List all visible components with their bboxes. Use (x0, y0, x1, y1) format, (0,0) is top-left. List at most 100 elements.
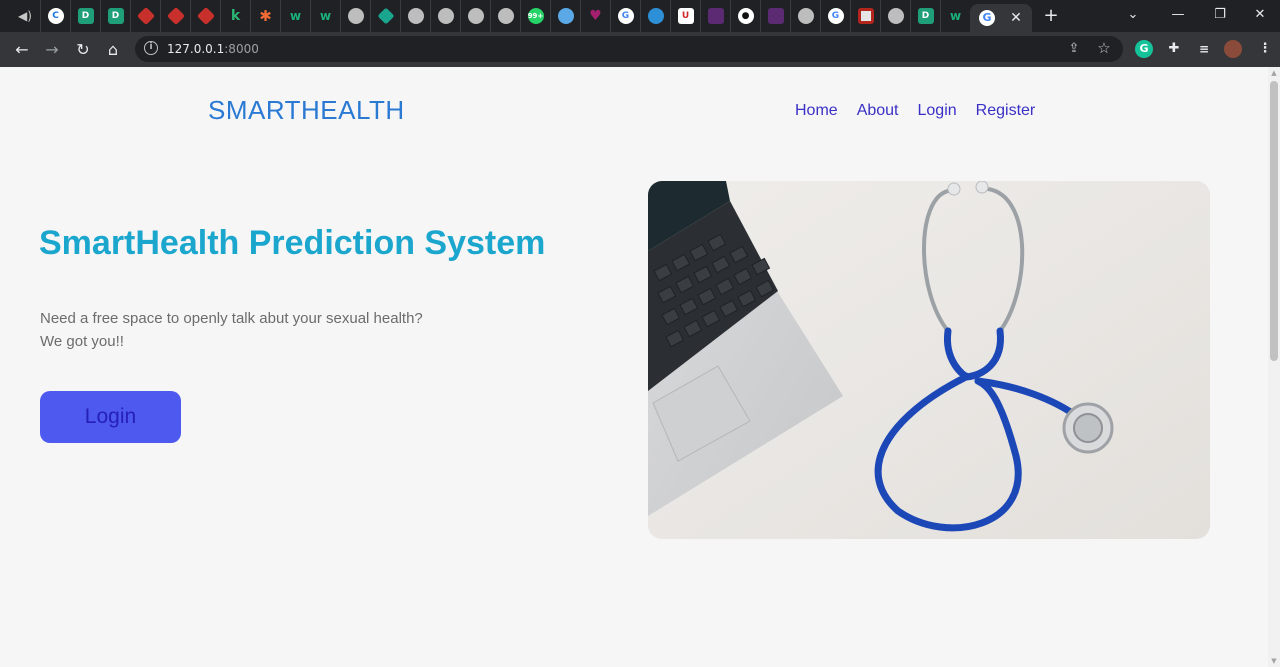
google-favicon-icon: G (617, 8, 634, 24)
d-favicon-icon: D (107, 8, 124, 24)
close-window-button[interactable]: ✕ (1242, 4, 1278, 26)
new-tab-button[interactable]: + (1040, 6, 1062, 26)
chrome-favicon-icon: C (47, 8, 64, 24)
tab[interactable] (190, 0, 220, 32)
login-button[interactable]: Login (40, 391, 181, 443)
tab[interactable] (760, 0, 790, 32)
w-favicon-icon: w (949, 9, 962, 23)
site-info-icon[interactable]: i (144, 41, 158, 55)
tab[interactable]: ● (730, 0, 760, 32)
close-tab-icon[interactable]: ✕ (1008, 10, 1024, 26)
d-favicon-icon: D (917, 8, 934, 24)
red-box-favicon-icon (857, 8, 874, 24)
nav-link-about[interactable]: About (857, 101, 899, 121)
edge-favicon-icon (647, 8, 664, 24)
red-diamond-favicon-icon (196, 6, 215, 26)
restore-button[interactable]: ❐ (1202, 4, 1238, 26)
globe-favicon-icon (347, 8, 364, 24)
globe-favicon-icon (797, 8, 814, 24)
scrollbar-thumb[interactable] (1270, 81, 1278, 361)
tab[interactable]: ✱ (250, 0, 280, 32)
d-favicon-icon: D (77, 8, 94, 24)
url-host: 127.0.0.1 (167, 42, 225, 56)
tab[interactable]: G (610, 0, 640, 32)
red-diamond-favicon-icon (136, 6, 155, 26)
reload-icon[interactable]: ↻ (71, 38, 95, 62)
tab[interactable]: D (910, 0, 940, 32)
site-brand[interactable]: SMARTHEALTH (208, 94, 405, 126)
nav-link-register[interactable]: Register (976, 101, 1036, 121)
grammarly-extension-icon[interactable]: G (1135, 40, 1153, 58)
tab[interactable]: k (220, 0, 250, 32)
page-viewport: SMARTHEALTH Home About Login Register Sm… (0, 67, 1280, 667)
page-scrollbar[interactable]: ▲ ▼ (1268, 67, 1280, 667)
menu-kebab-icon[interactable]: ⋮ (1256, 40, 1274, 58)
tab[interactable] (550, 0, 580, 32)
tab[interactable] (460, 0, 490, 32)
extensions-puzzle-icon[interactable]: ✚ (1165, 40, 1183, 58)
laptop-and-stethoscope-illustration (648, 181, 1210, 539)
address-bar[interactable]: i 127.0.0.1:8000 ⇪ ☆ (135, 36, 1123, 62)
google-favicon-icon: G (827, 8, 844, 24)
tab[interactable] (340, 0, 370, 32)
asterisk-favicon-icon: ✱ (259, 7, 272, 25)
minimize-button[interactable]: — (1160, 4, 1196, 26)
tab[interactable] (790, 0, 820, 32)
scroll-down-arrow-icon[interactable]: ▼ (1270, 657, 1278, 665)
globe-favicon-icon (407, 8, 424, 24)
tab[interactable] (160, 0, 190, 32)
globe-favicon-icon (497, 8, 514, 24)
nav-link-login[interactable]: Login (918, 101, 957, 121)
tab[interactable]: 99+ (520, 0, 550, 32)
hero-subtitle-line-2: We got you!! (40, 333, 124, 350)
tab[interactable]: ♥ (580, 0, 610, 32)
bookmark-star-icon[interactable]: ☆ (1095, 39, 1113, 57)
tab[interactable] (370, 0, 400, 32)
speaker-icon[interactable]: ◀) (16, 8, 34, 24)
tab[interactable] (490, 0, 520, 32)
back-arrow-icon[interactable]: ← (10, 38, 34, 62)
hero-image (648, 181, 1210, 539)
tab[interactable] (430, 0, 460, 32)
heart-favicon-icon: ♥ (589, 8, 602, 24)
u-favicon-icon: U (677, 8, 694, 24)
active-tab[interactable]: G ✕ (970, 4, 1032, 32)
tab[interactable] (880, 0, 910, 32)
tab[interactable]: w (310, 0, 340, 32)
w-favicon-icon: w (319, 9, 332, 23)
teal-diamond-favicon-icon (377, 7, 394, 25)
github-favicon-icon: ● (737, 8, 754, 24)
tab-strip: ◀) C D D k ✱ w w 99+ ♥ G U ● G D w G ✕ +… (0, 0, 1280, 32)
tab[interactable]: D (70, 0, 100, 32)
tab[interactable]: w (280, 0, 310, 32)
forward-arrow-icon[interactable]: → (40, 38, 64, 62)
tab[interactable] (130, 0, 160, 32)
tab[interactable]: C (40, 0, 70, 32)
tab[interactable]: D (100, 0, 130, 32)
whatsapp-favicon-icon: 99+ (527, 8, 544, 24)
w-favicon-icon: w (289, 9, 302, 23)
hero-subtitle-line-1: Need a free space to openly talk abut yo… (40, 310, 423, 327)
tab[interactable]: G (820, 0, 850, 32)
blue-circle-favicon-icon (557, 8, 574, 24)
reading-list-icon[interactable]: ≡ (1195, 40, 1213, 58)
url-text[interactable]: 127.0.0.1:8000 (167, 41, 259, 57)
main-nav: Home About Login Register (795, 101, 1035, 121)
tab[interactable]: U (670, 0, 700, 32)
home-icon[interactable]: ⌂ (101, 38, 125, 62)
nav-link-home[interactable]: Home (795, 101, 838, 121)
profile-avatar[interactable] (1224, 40, 1242, 58)
globe-favicon-icon (437, 8, 454, 24)
url-port: :8000 (224, 42, 259, 56)
purple-square-favicon-icon (767, 8, 784, 24)
google-favicon-icon: G (979, 10, 995, 26)
tab[interactable] (850, 0, 880, 32)
tab[interactable] (700, 0, 730, 32)
tab[interactable]: w (940, 0, 970, 32)
tab-search-icon[interactable]: ⌄ (1115, 4, 1151, 26)
tab[interactable] (640, 0, 670, 32)
tab[interactable] (400, 0, 430, 32)
purple-square-favicon-icon (707, 8, 724, 24)
share-icon[interactable]: ⇪ (1065, 40, 1083, 58)
scroll-up-arrow-icon[interactable]: ▲ (1270, 69, 1278, 77)
